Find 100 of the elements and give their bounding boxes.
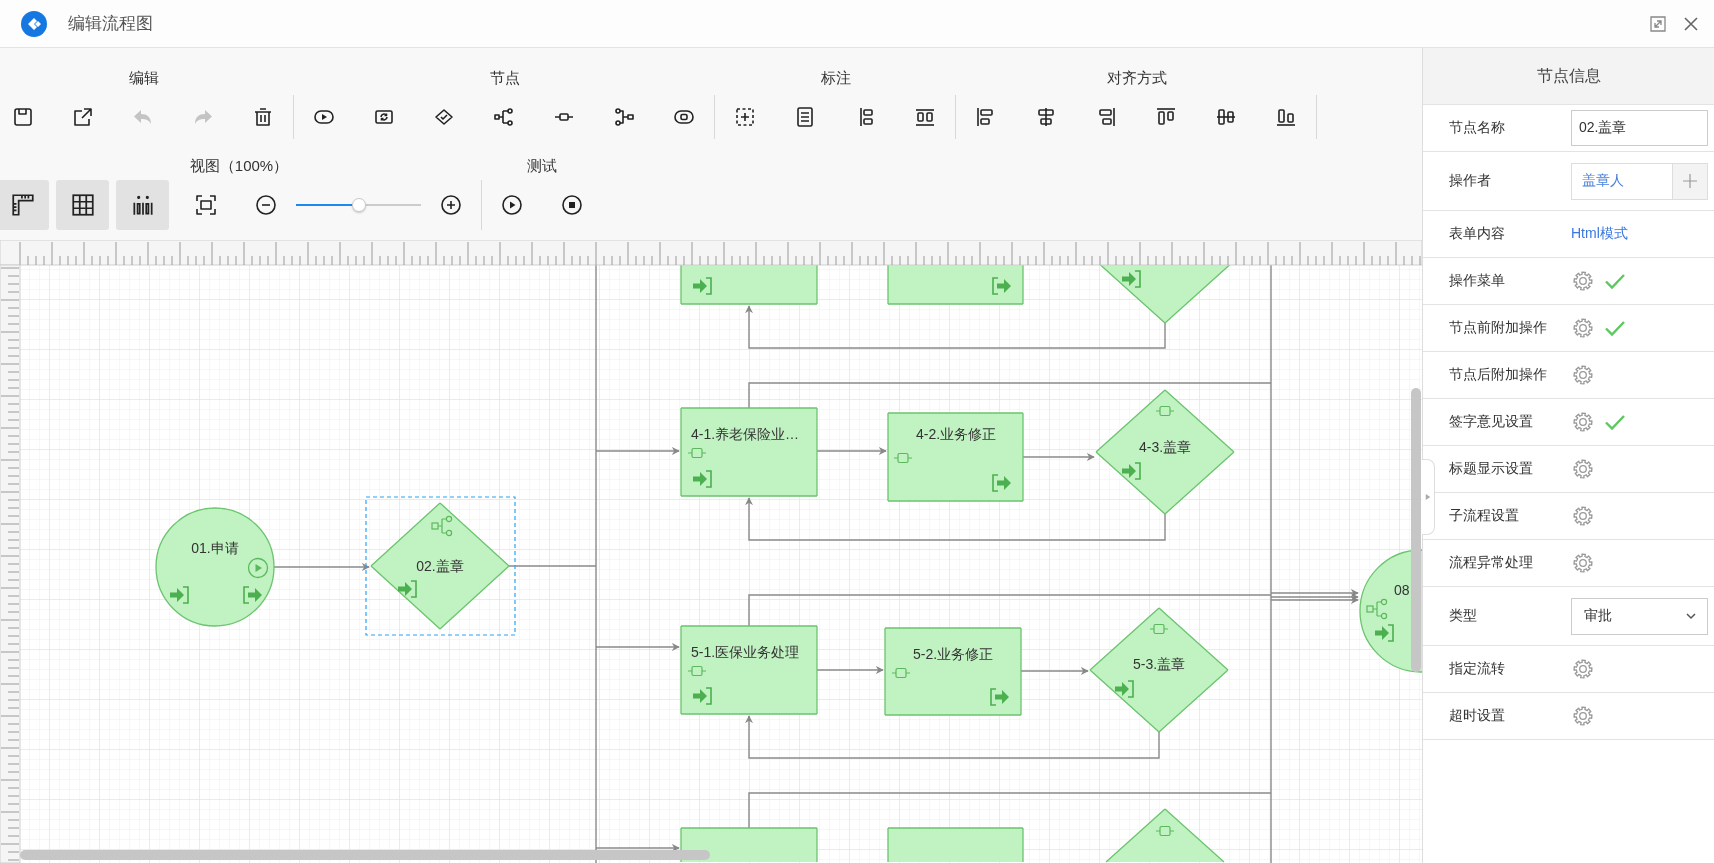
enter-arrow-icon (693, 687, 712, 705)
process-node[interactable] (680, 827, 818, 863)
connector-line (816, 666, 884, 674)
field-label: 表单内容 (1448, 225, 1506, 243)
node-port-icon (891, 667, 911, 679)
type-select[interactable]: 审批 (1571, 597, 1708, 635)
exit-arrow-icon (990, 688, 1009, 706)
settings-button[interactable] (1571, 363, 1595, 387)
stop-icon (560, 193, 584, 217)
node-name-field[interactable]: 02.盖章 (1571, 110, 1708, 146)
settings-button[interactable] (1571, 657, 1595, 681)
chevron-down-icon (1685, 610, 1697, 622)
field-label: 指定流转 (1448, 660, 1506, 678)
settings-button[interactable] (1571, 316, 1627, 340)
merge-node-icon (612, 105, 636, 129)
settings-icon (1571, 657, 1595, 681)
export-icon (71, 105, 95, 129)
connector-line (1020, 667, 1089, 675)
settings-icon (1571, 410, 1595, 434)
settings-button[interactable] (1571, 457, 1595, 481)
node-label: 4-2.业务修正 (915, 426, 997, 442)
operator-picker[interactable]: 盖章人 (1571, 162, 1708, 200)
decision-node[interactable]: 4-3.盖章 (1095, 389, 1235, 515)
process-node[interactable] (887, 264, 1024, 305)
enter-arrow-icon (693, 470, 712, 488)
scrollbar[interactable] (1411, 388, 1421, 672)
decision-node[interactable] (1105, 808, 1225, 863)
settings-icon (1571, 704, 1595, 728)
field-label: 标题显示设置 (1448, 460, 1534, 478)
node-port-icon (1149, 623, 1169, 635)
node-label: 5-2.业务修正 (912, 646, 994, 662)
enter-arrow-icon (1122, 462, 1141, 480)
enter-arrow-icon (693, 277, 712, 295)
toolbar-group-label: 标注 (819, 68, 852, 88)
exit-arrow-icon (992, 474, 1011, 492)
node-label: 5-3.盖章 (1132, 656, 1186, 672)
panel-title: 节点信息 (1536, 65, 1601, 86)
node-port-icon (893, 452, 913, 464)
maximize-icon[interactable] (1649, 14, 1667, 33)
field-label: 节点前附加操作 (1448, 319, 1548, 337)
save-icon (11, 105, 35, 129)
settings-button[interactable] (1571, 504, 1595, 528)
plus-icon (1682, 173, 1698, 189)
process-node[interactable]: 5-1.医保业务处理 (680, 625, 818, 715)
field-label: 子流程设置 (1448, 507, 1520, 525)
process-node[interactable]: 5-2.业务修正 (884, 627, 1022, 716)
slider-thumb[interactable] (351, 198, 366, 212)
node-port-icon (1155, 405, 1175, 417)
spacing-toggle[interactable] (116, 180, 169, 230)
settings-button[interactable] (1571, 704, 1595, 728)
settings-button[interactable] (1571, 410, 1627, 434)
node-label: 02.盖章 (416, 558, 464, 574)
node-port-icon (1155, 825, 1175, 837)
app-logo-icon (21, 10, 47, 37)
ruler-icon (9, 192, 36, 218)
decision-node[interactable] (1099, 264, 1231, 324)
scrollbar[interactable] (20, 850, 710, 860)
node-label: 08 (1394, 582, 1410, 598)
field-label: 超时设置 (1448, 707, 1506, 725)
grid-icon (69, 192, 96, 218)
settings-icon (1571, 269, 1595, 293)
process-node[interactable]: 4-2.业务修正 (887, 412, 1024, 502)
branch-node-icon (492, 105, 516, 129)
field-label: 流程异常处理 (1448, 554, 1534, 572)
field-label: 节点后附加操作 (1448, 366, 1548, 384)
circle-node[interactable]: 01.申请 (155, 507, 275, 627)
enter-arrow-icon (170, 586, 189, 604)
node-label: 4-3.盖章 (1138, 439, 1192, 455)
process-node[interactable]: 4-1.养老保险业… (680, 407, 818, 497)
branch-icon (1366, 598, 1388, 620)
toolbar-group-label: 对齐方式 (1105, 68, 1168, 88)
window-title: 编辑流程图 (68, 13, 153, 35)
decision-node[interactable]: 5-3.盖章 (1089, 607, 1229, 733)
enter-arrow-icon (398, 580, 417, 598)
settings-icon (1571, 457, 1595, 481)
node-port-icon (687, 665, 707, 677)
field-label: 签字意见设置 (1448, 413, 1534, 431)
settings-button[interactable] (1571, 551, 1595, 575)
process-node[interactable] (680, 264, 818, 305)
process-node[interactable] (887, 827, 1024, 863)
grid-toggle[interactable] (56, 180, 109, 230)
node-label: 4-1.养老保险业… (691, 426, 800, 442)
field-label: 操作菜单 (1448, 272, 1506, 290)
form-mode-link[interactable]: Html模式 (1571, 225, 1628, 243)
zoom-slider[interactable] (296, 198, 421, 212)
settings-icon (1571, 551, 1595, 575)
toolbar-group-label: 编辑 (127, 68, 160, 88)
node-label: 01.申请 (191, 540, 239, 556)
settings-icon (1571, 316, 1595, 340)
field-label: 操作者 (1448, 172, 1492, 190)
close-icon[interactable] (1682, 14, 1700, 33)
enter-arrow-icon (1375, 624, 1394, 642)
fit-icon (194, 193, 218, 217)
settings-button[interactable] (1571, 269, 1627, 293)
decision-node[interactable]: 02.盖章 (365, 496, 516, 636)
enter-arrow-icon (1115, 680, 1134, 698)
ruler-toggle[interactable] (0, 180, 49, 230)
collapse-handle[interactable] (1422, 459, 1435, 535)
enter-arrow-icon (1122, 270, 1141, 288)
toolbar-group-label: 节点 (488, 68, 521, 88)
